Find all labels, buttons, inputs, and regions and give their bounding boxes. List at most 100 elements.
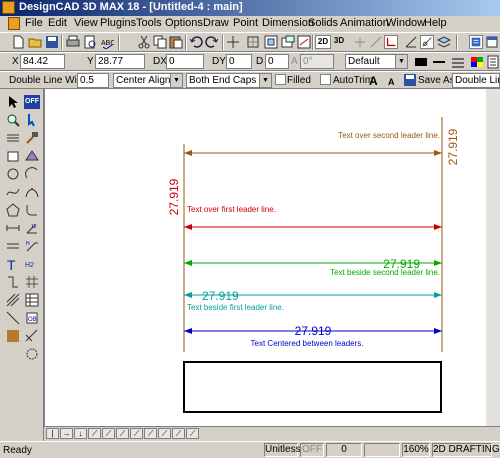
table-tool-icon[interactable]	[25, 293, 39, 307]
select-arrow-icon[interactable]	[6, 95, 20, 109]
dimension-tool-icon[interactable]	[6, 221, 20, 235]
layer-icon[interactable]	[437, 35, 451, 49]
redraw-icon[interactable]	[297, 35, 311, 49]
grid-tool-icon[interactable]	[25, 275, 39, 289]
line-tool-icon[interactable]	[6, 131, 20, 145]
menu-view[interactable]: View	[74, 17, 98, 29]
view-tab-diagonal-icon[interactable]: ⟋	[186, 428, 199, 439]
point-select-icon[interactable]	[25, 113, 39, 127]
layer-select[interactable]: Default ▼	[345, 54, 408, 69]
decrease-font-icon[interactable]: A	[386, 73, 400, 87]
compass-icon[interactable]	[25, 347, 39, 361]
align-select[interactable]: Center Align ▼	[113, 73, 183, 88]
menu-edit[interactable]: Edit	[48, 17, 67, 29]
app-icon[interactable]	[2, 1, 15, 14]
open-folder-icon[interactable]	[28, 35, 42, 49]
view-tab-down-icon[interactable]: ↓	[74, 428, 87, 439]
view-tab-diagonal-icon[interactable]: ⟋	[172, 428, 185, 439]
line-width-icon[interactable]	[451, 55, 465, 69]
leader-tool-icon[interactable]: H	[25, 239, 39, 253]
save-icon[interactable]	[45, 35, 59, 49]
grid-snap-icon[interactable]	[384, 35, 398, 49]
2d-view-button[interactable]: 2D	[315, 35, 331, 49]
rectangle-tool-icon[interactable]	[6, 149, 20, 163]
toolbox-icon[interactable]	[469, 35, 483, 49]
x-coordinate-field[interactable]: 84.42	[20, 54, 65, 69]
angle-dimension-icon[interactable]: 12	[25, 221, 39, 235]
save-style-icon[interactable]	[403, 73, 417, 87]
trim-tool-icon[interactable]	[25, 329, 39, 343]
bezier-tool-icon[interactable]	[25, 185, 39, 199]
layer-color-icon[interactable]	[414, 55, 428, 69]
menu-file[interactable]: File	[25, 17, 43, 29]
dropdown-arrow-icon[interactable]: ▼	[395, 55, 407, 68]
view-tab-diagonal-icon[interactable]: ⟋	[116, 428, 129, 439]
auto-snap-icon[interactable]	[420, 35, 434, 49]
spell-check-icon[interactable]: ABC	[100, 35, 114, 49]
view-tab-diagonal-icon[interactable]: ⟋	[158, 428, 171, 439]
menu-window[interactable]: Window	[386, 17, 425, 29]
hatch-text-icon[interactable]: H2	[25, 257, 39, 271]
angle-snap-icon[interactable]	[404, 35, 418, 49]
cut-icon[interactable]	[137, 35, 151, 49]
snap-mode-icon[interactable]	[369, 35, 383, 49]
dropdown-arrow-icon[interactable]: ▼	[170, 74, 182, 87]
increase-font-icon[interactable]: A	[368, 73, 382, 87]
drawn-rectangle[interactable]	[183, 361, 442, 413]
line-style-icon[interactable]	[432, 55, 446, 69]
off-toggle-button[interactable]: OFF	[24, 95, 40, 109]
document-icon[interactable]	[8, 17, 20, 30]
view-tab-diagonal-icon[interactable]: ⟋	[130, 428, 143, 439]
menu-dimension[interactable]: Dimension	[262, 17, 314, 29]
zoom-window-icon[interactable]	[264, 35, 278, 49]
drawing-canvas[interactable]: Text over second leader line. 27.919 Tex…	[44, 89, 500, 426]
print-preview-icon[interactable]	[83, 35, 97, 49]
ortho-mode-icon[interactable]	[353, 35, 367, 49]
fillet-tool-icon[interactable]	[25, 203, 39, 217]
dx-field[interactable]: 0	[166, 54, 204, 69]
3d-view-button[interactable]: 3D	[332, 35, 346, 49]
copy-icon[interactable]	[153, 35, 167, 49]
menu-draw[interactable]: Draw	[203, 17, 229, 29]
zoom-icon[interactable]	[6, 113, 20, 127]
menu-help[interactable]: Help	[424, 17, 447, 29]
diagonal-line-icon[interactable]	[6, 311, 20, 325]
menu-options[interactable]: Options	[165, 17, 203, 29]
double-line-tool-icon[interactable]	[6, 239, 20, 253]
curve-tool-icon[interactable]	[6, 185, 20, 199]
distance-field[interactable]: 0	[265, 54, 289, 69]
vertical-scrollbar[interactable]	[486, 89, 500, 426]
elbow-line-icon[interactable]	[6, 275, 20, 289]
save-as-field[interactable]: Double Line	[452, 73, 500, 88]
print-icon[interactable]	[66, 35, 80, 49]
menu-tools[interactable]: Tools	[136, 17, 162, 29]
fill-color-icon[interactable]	[6, 329, 20, 343]
solid-tool-icon[interactable]	[25, 149, 39, 163]
paste-icon[interactable]	[169, 35, 183, 49]
text-tool-icon[interactable]: T	[6, 257, 20, 271]
view-tab-diagonal-icon[interactable]: ⟋	[102, 428, 115, 439]
new-file-icon[interactable]	[11, 35, 25, 49]
menu-animation[interactable]: Animation	[340, 17, 389, 29]
arc-tool-icon[interactable]	[25, 167, 39, 181]
color-palette-icon[interactable]	[470, 55, 484, 69]
menu-plugins[interactable]: Plugins	[100, 17, 136, 29]
dropdown-arrow-icon[interactable]: ▼	[259, 74, 271, 87]
zoom-extents-icon[interactable]	[246, 35, 260, 49]
y-coordinate-field[interactable]: 28.77	[95, 54, 145, 69]
hammer-icon[interactable]	[25, 131, 39, 145]
circle-tool-icon[interactable]	[6, 167, 20, 181]
dy-field[interactable]: 0	[226, 54, 252, 69]
menu-solids[interactable]: Solids	[308, 17, 338, 29]
symbol-tool-icon[interactable]: OB	[25, 311, 39, 325]
undo-icon[interactable]	[189, 35, 203, 49]
view-tab-diagonal-icon[interactable]: ⟋	[144, 428, 157, 439]
autotrim-checkbox[interactable]	[320, 74, 331, 85]
info-box-icon[interactable]	[485, 35, 499, 49]
crosshair-icon[interactable]	[226, 35, 240, 49]
filled-checkbox[interactable]	[275, 74, 286, 85]
redo-icon[interactable]	[205, 35, 219, 49]
view-tab-right-icon[interactable]: →	[60, 428, 73, 439]
menu-point[interactable]: Point	[233, 17, 258, 29]
zoom-previous-icon[interactable]	[281, 35, 295, 49]
